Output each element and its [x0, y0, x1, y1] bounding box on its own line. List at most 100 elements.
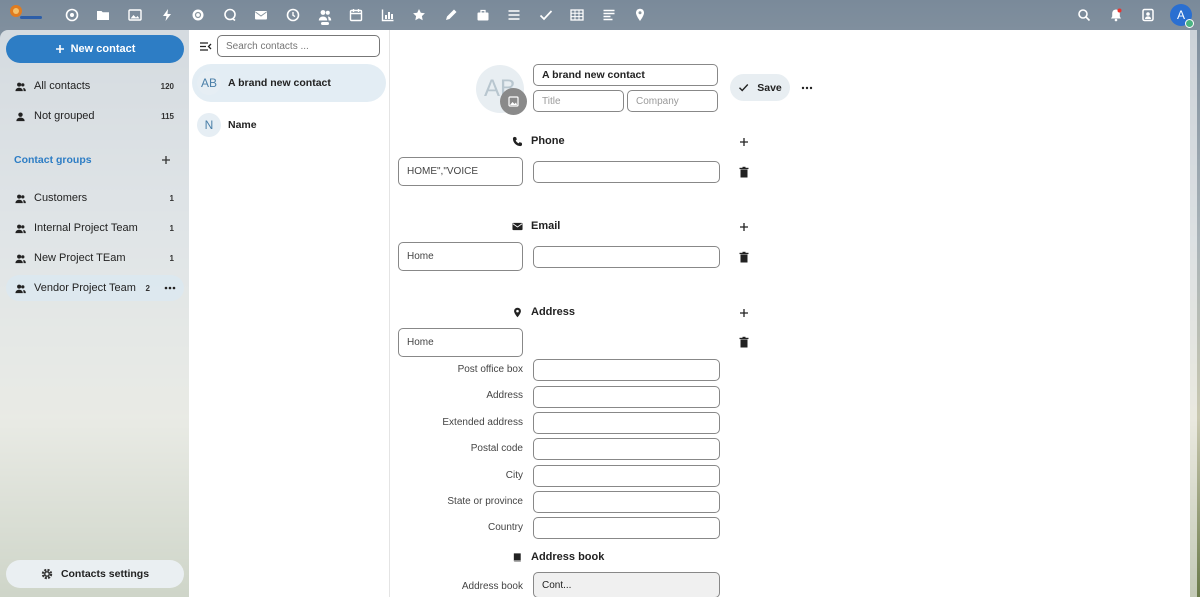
plus-icon — [55, 45, 64, 53]
contact-avatar: AB — [197, 71, 221, 95]
group-item-internal-project-team[interactable]: Internal Project Team 1 — [6, 215, 184, 241]
address-input[interactable] — [533, 386, 720, 408]
add-address-icon[interactable] — [737, 306, 751, 320]
new-contact-button[interactable]: New contact — [6, 35, 184, 63]
address-book-title: Address book — [531, 551, 605, 563]
email-type-value: Home — [407, 251, 434, 262]
address-book-section-title: Address book — [512, 551, 604, 563]
contacts-settings-button[interactable]: Contacts settings — [6, 560, 184, 588]
mail-icon[interactable] — [246, 0, 278, 30]
search-contacts-input[interactable] — [218, 36, 379, 56]
nav-item-count: 115 — [161, 111, 174, 121]
phone-type-value: HOME","VOICE — [407, 166, 478, 177]
user-initial: A — [1176, 8, 1185, 22]
nav-item-not-grouped[interactable]: Not grouped 115 — [6, 103, 184, 129]
search-icon[interactable] — [1068, 0, 1100, 30]
delete-icon[interactable] — [738, 251, 750, 263]
extended-address-input[interactable] — [533, 412, 720, 434]
toggle-navigation-icon[interactable] — [199, 40, 212, 53]
add-phone-icon[interactable] — [737, 135, 751, 149]
activity-icon[interactable] — [151, 0, 183, 30]
photos-icon[interactable] — [119, 0, 151, 30]
address-book-select[interactable]: Cont... — [533, 572, 720, 597]
talk-icon[interactable] — [182, 0, 214, 30]
email-type-select[interactable]: Home — [398, 242, 523, 271]
chat-icon[interactable] — [214, 0, 246, 30]
more-options-icon[interactable] — [164, 282, 176, 294]
address-type-select[interactable]: Home — [398, 328, 523, 357]
contacts-menu-icon[interactable] — [1132, 0, 1164, 30]
address-section-title: Address — [512, 306, 575, 318]
group-label: Internal Project Team — [34, 222, 138, 234]
more-actions-icon[interactable] — [800, 81, 814, 95]
company-placeholder: Company — [636, 95, 679, 107]
group-item-new-project-team[interactable]: New Project TEam 1 — [6, 245, 184, 271]
briefcase-icon[interactable] — [467, 0, 499, 30]
contact-name: A brand new contact — [228, 77, 331, 89]
city-label: City — [505, 470, 523, 481]
files-icon[interactable] — [88, 0, 120, 30]
online-status-dot — [1185, 19, 1194, 28]
check-icon — [739, 84, 749, 92]
state-label: State or province — [447, 496, 523, 507]
extended-address-label: Extended address — [442, 417, 523, 428]
group-count: 1 — [169, 193, 174, 203]
star-icon[interactable] — [404, 0, 436, 30]
email-input[interactable] — [533, 246, 720, 268]
delete-icon[interactable] — [738, 166, 750, 178]
header-right: A — [1068, 0, 1194, 30]
group-item-vendor-project-team[interactable]: Vendor Project Team 2 — [6, 275, 184, 301]
table-icon[interactable] — [562, 0, 594, 30]
chart-icon[interactable] — [372, 0, 404, 30]
gear-icon — [41, 568, 53, 580]
contact-groups-heading: Contact groups — [14, 154, 92, 166]
phone-type-select[interactable]: HOME","VOICE — [398, 157, 523, 186]
top-app-bar: A — [0, 0, 1200, 30]
add-group-icon[interactable] — [159, 153, 173, 167]
nav-item-all-contacts[interactable]: All contacts 120 — [6, 73, 184, 99]
upload-avatar-button[interactable] — [500, 88, 527, 115]
contact-list-item[interactable]: N Name — [192, 106, 386, 144]
phone-icon — [512, 136, 523, 146]
app-logo[interactable] — [6, 3, 44, 23]
postal-code-input[interactable] — [533, 438, 720, 460]
check-icon[interactable] — [530, 0, 562, 30]
app-navigation: New contact All contacts 120 Not grouped… — [0, 30, 189, 597]
address-label: Address — [486, 390, 523, 401]
forms-icon[interactable] — [593, 0, 625, 30]
post-office-box-input[interactable] — [533, 359, 720, 381]
state-input[interactable] — [533, 491, 720, 513]
group-item-customers[interactable]: Customers 1 — [6, 185, 184, 211]
contacts-icon[interactable] — [309, 0, 341, 30]
scrollbar[interactable] — [1190, 30, 1197, 597]
calendar-icon[interactable] — [340, 0, 372, 30]
group-count: 2 — [145, 283, 150, 293]
notifications-icon[interactable] — [1100, 0, 1132, 30]
group-icon — [6, 283, 34, 294]
nav-item-label: All contacts — [34, 80, 91, 92]
delete-icon[interactable] — [738, 336, 750, 348]
phone-input[interactable] — [533, 161, 720, 183]
user-avatar[interactable]: A — [1170, 4, 1194, 28]
maps-icon[interactable] — [625, 0, 657, 30]
country-input[interactable] — [533, 517, 720, 539]
address-book-value: Cont... — [542, 579, 572, 591]
contact-list-item[interactable]: AB A brand new contact — [192, 64, 386, 102]
contact-name-field[interactable]: A brand new contact — [533, 64, 718, 86]
group-count: 1 — [169, 253, 174, 263]
app-menu — [56, 0, 656, 30]
save-button[interactable]: Save — [730, 74, 790, 101]
dashboard-icon[interactable] — [56, 0, 88, 30]
city-input[interactable] — [533, 465, 720, 487]
contact-name-value: A brand new contact — [542, 69, 645, 81]
list-icon[interactable] — [498, 0, 530, 30]
address-book-label: Address book — [461, 581, 523, 592]
title-field[interactable]: Title — [533, 90, 624, 112]
add-email-icon[interactable] — [737, 220, 751, 234]
group-label: Customers — [34, 192, 88, 204]
clock-icon[interactable] — [277, 0, 309, 30]
pencil-icon[interactable] — [435, 0, 467, 30]
postal-code-label: Postal code — [470, 443, 523, 454]
save-label: Save — [757, 81, 782, 94]
company-field[interactable]: Company — [627, 90, 718, 112]
